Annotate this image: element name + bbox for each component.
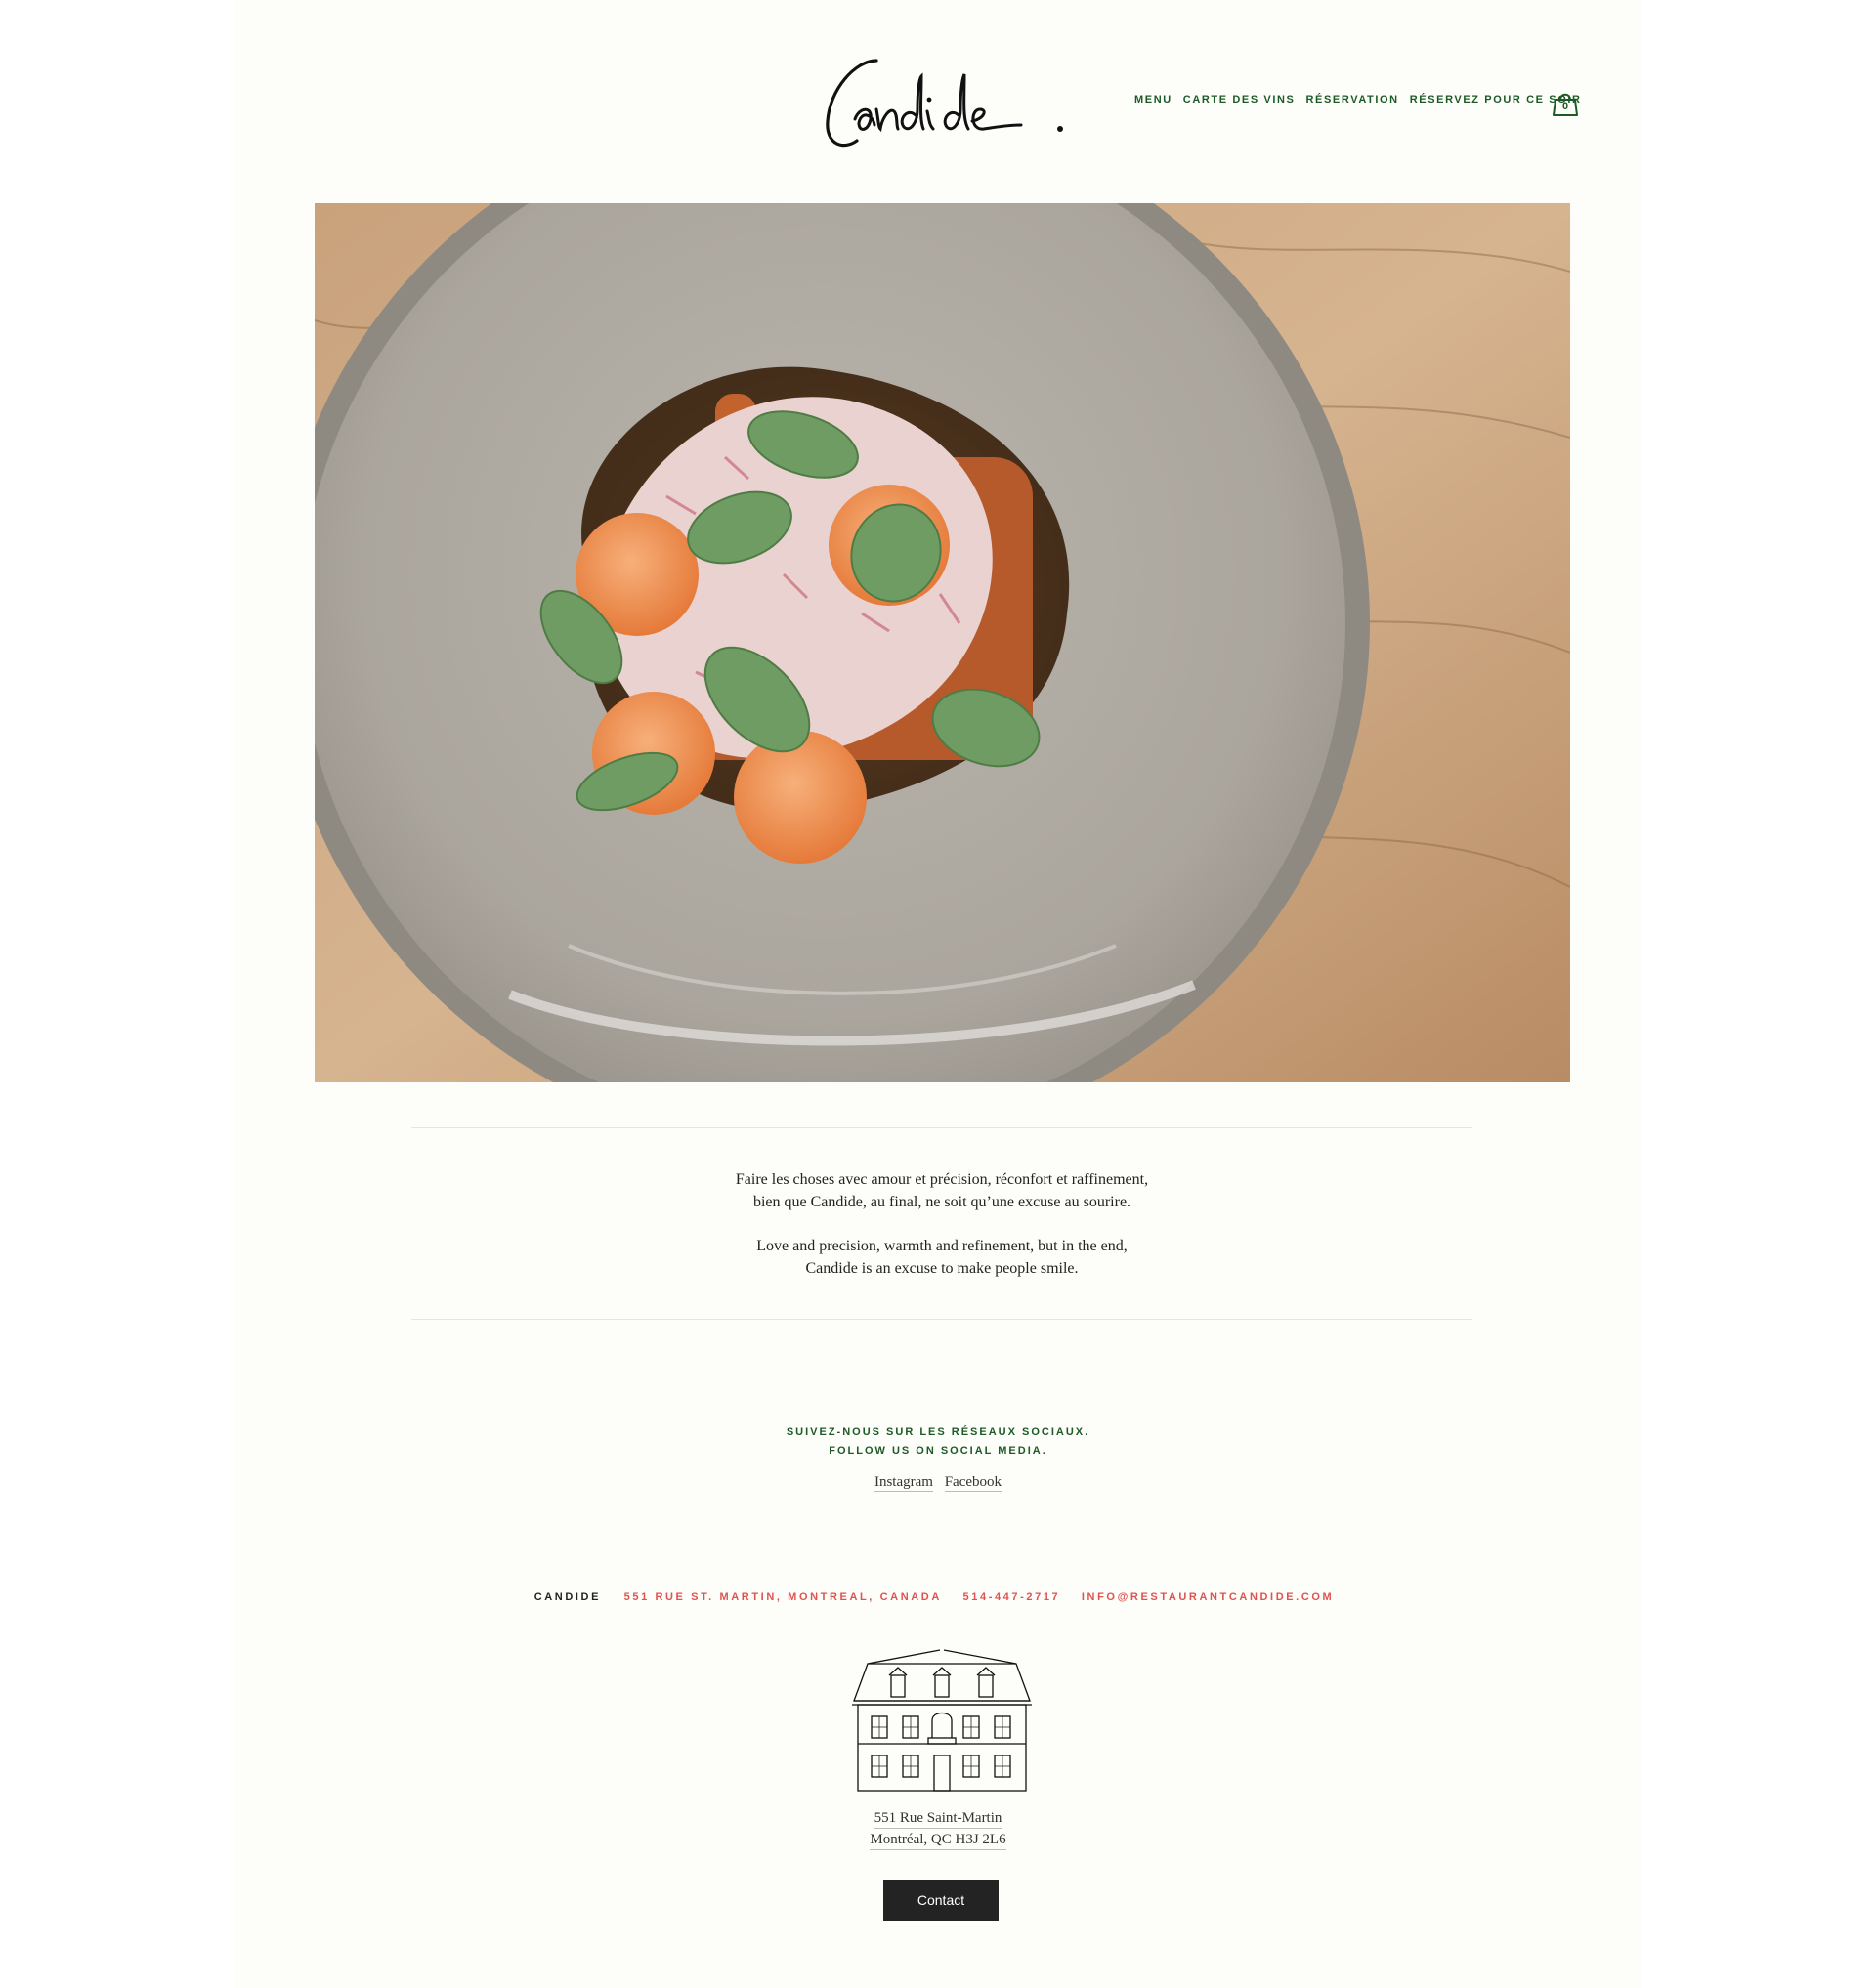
nav-item-wine-list[interactable]: CARTE DES VINS xyxy=(1183,94,1296,106)
logo-link[interactable] xyxy=(816,51,1070,152)
intro-en-line2: Candide is an excuse to make people smil… xyxy=(805,1260,1079,1277)
brand-name: CANDIDE xyxy=(533,1591,601,1603)
candide-logo xyxy=(826,59,1063,148)
dish-photo xyxy=(315,203,1570,1082)
nav-item-reservation[interactable]: RÉSERVATION xyxy=(1306,94,1399,106)
intro-fr-line1: Faire les choses avec amour et précision… xyxy=(735,1171,1149,1188)
intro-french: Faire les choses avec amour et précision… xyxy=(411,1168,1472,1213)
social-links: Instagram Facebook xyxy=(235,1474,1641,1492)
phone-link[interactable]: 514-447-2717 xyxy=(963,1591,1061,1603)
intro-text: Faire les choses avec amour et précision… xyxy=(411,1168,1472,1301)
social-heading-fr: SUIVEZ-NOUS SUR LES RÉSEAUX SOCIAUX. xyxy=(786,1426,1090,1438)
intro-english: Love and precision, warmth and refinemen… xyxy=(411,1235,1472,1280)
hero-image xyxy=(315,203,1570,1082)
divider-top xyxy=(411,1127,1472,1128)
instagram-link[interactable]: Instagram xyxy=(874,1474,933,1492)
cart-button[interactable]: 0 xyxy=(1551,89,1580,118)
address-link[interactable]: 551 RUE ST. MARTIN, MONTREAL, CANADA xyxy=(624,1591,942,1603)
street-address[interactable]: 551 Rue Saint-Martin Montréal, QC H3J 2L… xyxy=(235,1807,1641,1850)
main-nav: MENU CARTE DES VINS RÉSERVATION RÉSERVEZ… xyxy=(1134,94,1582,106)
cart-count: 0 xyxy=(1561,101,1569,112)
divider-bottom xyxy=(411,1319,1472,1320)
page: MENU CARTE DES VINS RÉSERVATION RÉSERVEZ… xyxy=(235,0,1641,1988)
social-heading-en: FOLLOW US ON SOCIAL MEDIA. xyxy=(829,1445,1047,1457)
address-line1: 551 Rue Saint-Martin xyxy=(874,1808,1002,1829)
address-line2: Montréal, QC H3J 2L6 xyxy=(870,1830,1006,1850)
nav-item-menu[interactable]: MENU xyxy=(1134,94,1172,106)
facebook-link[interactable]: Facebook xyxy=(944,1474,1002,1492)
contact-info-bar: CANDIDE 551 RUE ST. MARTIN, MONTREAL, CA… xyxy=(235,1591,1641,1603)
building-illustration xyxy=(852,1649,1032,1792)
intro-en-line1: Love and precision, warmth and refinemen… xyxy=(756,1238,1128,1254)
intro-fr-line2: bien que Candide, au final, ne soit qu’u… xyxy=(752,1194,1131,1210)
social-heading: SUIVEZ-NOUS SUR LES RÉSEAUX SOCIAUX. FOL… xyxy=(235,1423,1641,1460)
contact-button[interactable]: Contact xyxy=(883,1880,999,1921)
email-link[interactable]: INFO@RESTAURANTCANDIDE.COM xyxy=(1082,1591,1334,1603)
